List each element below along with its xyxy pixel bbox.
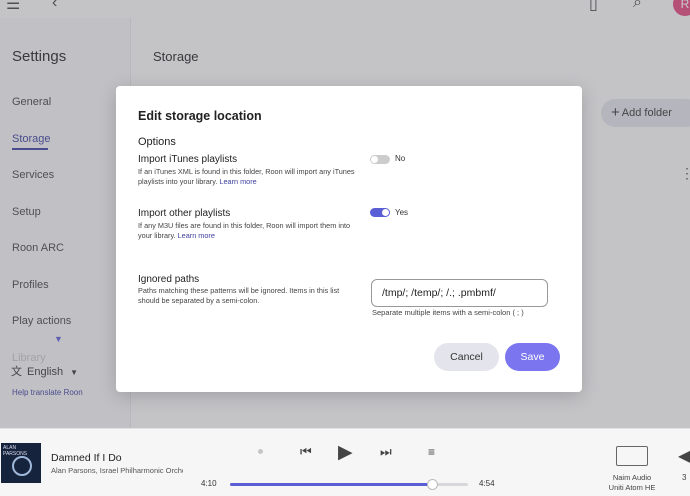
track-title[interactable]: Damned If I Do [51,452,122,464]
ignored-paths-input[interactable] [371,279,548,307]
edit-storage-dialog: Edit storage location Options Import iTu… [116,86,582,392]
device-icon[interactable] [616,446,648,466]
ignored-paths-label: Ignored paths [138,274,200,285]
queue-icon[interactable]: ≡ [428,445,435,459]
itunes-description: If an iTunes XML is found in this folder… [138,167,358,187]
other-playlists-toggle[interactable] [370,208,390,217]
other-playlists-learn-more-link[interactable]: Learn more [178,231,215,240]
itunes-label: Import iTunes playlists [138,154,238,165]
cancel-button[interactable]: Cancel [434,343,499,371]
radio-indicator-icon[interactable] [258,449,263,454]
progress-bar[interactable] [230,479,468,490]
album-art[interactable]: ALAN PARSONS [1,443,41,483]
save-button[interactable]: Save [505,343,560,371]
player-bar: ALAN PARSONS Damned If I Do Alan Parsons… [0,428,690,496]
elapsed-time: 4:10 [201,479,217,488]
album-art-disc [12,456,32,476]
play-icon[interactable]: ▶ [338,441,353,464]
volume-icon[interactable]: ◀ [678,446,690,466]
previous-icon[interactable]: ⏮ [300,444,312,460]
volume-level: 3 [682,473,687,482]
options-heading: Options [138,136,176,148]
other-playlists-label: Import other playlists [138,208,231,219]
track-artists[interactable]: Alan Parsons, Israel Philharmonic Orches… [51,466,183,475]
next-icon[interactable]: ⏭ [380,444,392,460]
other-playlists-description: If any M3U files are found in this folde… [138,221,358,241]
toggle-knob [382,209,389,216]
itunes-learn-more-link[interactable]: Learn more [219,177,256,186]
zone-line-1: Naim Audio [612,473,652,482]
zone-line-2: Uniti Atom HE [608,483,656,492]
progress-thumb[interactable] [427,479,439,490]
itunes-toggle[interactable] [370,155,390,164]
ignored-paths-description: Paths matching these patterns will be ig… [138,286,340,305]
other-playlists-description-text: If any M3U files are found in this folde… [138,221,351,240]
progress-fill [230,483,433,486]
ignored-paths-hint: Separate multiple items with a semi-colo… [372,308,524,317]
itunes-toggle-state: No [395,154,406,163]
zone-name[interactable]: Naim Audio Uniti Atom HE [598,473,666,493]
dialog-title: Edit storage location [138,109,262,123]
duration-time: 4:54 [479,479,495,488]
other-playlists-toggle-state: Yes [395,208,409,217]
toggle-knob [371,156,378,163]
